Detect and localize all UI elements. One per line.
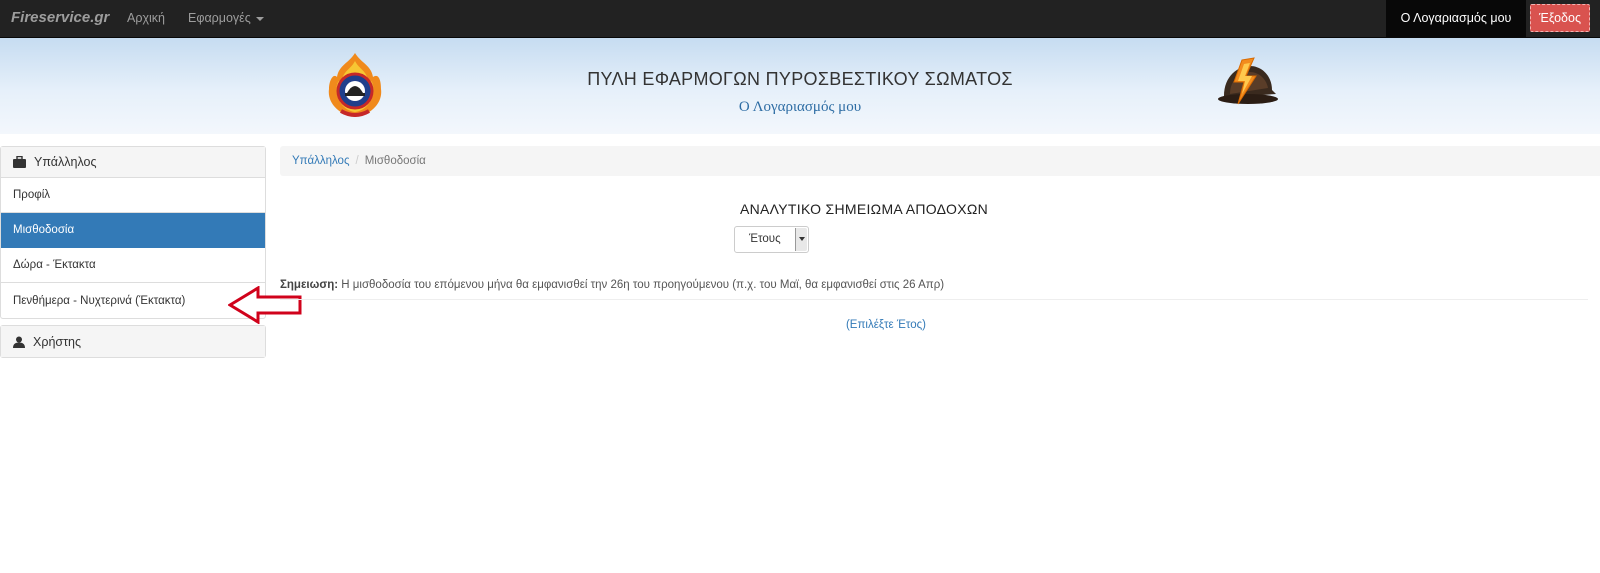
logout-button[interactable]: Έξοδος bbox=[1530, 4, 1590, 32]
brand-link[interactable]: Fireservice.gr bbox=[11, 9, 109, 26]
choose-year-link[interactable]: (Επιλέξτε Έτος) bbox=[0, 319, 1600, 331]
year-select[interactable]: Έτους bbox=[734, 226, 809, 253]
note-text: Η μισθοδοσία του επόμενου μήνα θα εμφανι… bbox=[338, 279, 945, 291]
sidebar-item-label: Πενθήμερα - Νυχτερινά (Έκτακτα) bbox=[13, 294, 186, 307]
portal-title: ΠΥΛΗ ΕΦΑΡΜΟΓΩΝ ΠΥΡΟΣΒΕΣΤΙΚΟΥ ΣΩΜΑΤΟΣ bbox=[587, 69, 1013, 89]
divider bbox=[280, 299, 1588, 300]
user-icon bbox=[13, 336, 25, 348]
top-navbar: Fireservice.gr Αρχική Εφαρμογές Ο Λογαρι… bbox=[0, 0, 1600, 38]
year-select-value: Έτους bbox=[749, 233, 781, 245]
nav-home-link[interactable]: Αρχική bbox=[127, 11, 165, 25]
sidebar-item-label: Προφίλ bbox=[13, 189, 51, 201]
nav-apps-label: Εφαρμογές bbox=[188, 11, 251, 25]
breadcrumb-current: Μισθοδοσία bbox=[364, 155, 426, 167]
breadcrumb-employee-link[interactable]: Υπάλληλος bbox=[292, 155, 350, 167]
breadcrumb: Υπάλληλος / Μισθοδοσία bbox=[280, 146, 1600, 176]
sidebar-item-label: Δώρα - Έκτακτα bbox=[13, 259, 96, 271]
page-title: ΑΝΑΛΥΤΙΚΟ ΣΗΜΕΙΩΜΑ ΑΠΟΔΟΧΩΝ bbox=[739, 201, 989, 217]
sidebar-item-label: Μισθοδοσία bbox=[13, 224, 75, 236]
note-label: Σημειωση: bbox=[280, 279, 339, 291]
breadcrumb-separator: / bbox=[355, 155, 359, 167]
chevron-down-icon bbox=[255, 16, 264, 21]
sidebar-item-bonuses[interactable]: Δώρα - Έκτακτα bbox=[1, 248, 265, 283]
sidebar-item-payroll[interactable]: Μισθοδοσία bbox=[1, 213, 265, 248]
briefcase-icon bbox=[13, 156, 26, 168]
dropdown-arrow-icon[interactable] bbox=[795, 228, 807, 251]
employee-heading-label: Υπάλληλος bbox=[34, 155, 97, 169]
employee-panel-heading[interactable]: Υπάλληλος bbox=[1, 147, 265, 178]
sidebar-item-night-shifts[interactable]: Πενθήμερα - Νυχτερινά (Έκτακτα) bbox=[1, 283, 265, 318]
payroll-note: Σημειωση: Η μισθοδοσία του επόμενου μήνα… bbox=[280, 279, 944, 291]
employee-panel: Υπάλληλος Προφίλ Μισθοδοσία Δώρα - Έκτακ… bbox=[0, 146, 266, 319]
nav-apps-dropdown[interactable]: Εφαρμογές bbox=[188, 11, 264, 25]
firefighter-helmet-icon bbox=[1218, 57, 1278, 105]
header-banner: ΠΥΛΗ ΕΦΑΡΜΟΓΩΝ ΠΥΡΟΣΒΕΣΤΙΚΟΥ ΣΩΜΑΤΟΣ Ο Λ… bbox=[0, 38, 1600, 134]
account-link[interactable]: Ο Λογαριασμός μου bbox=[1386, 0, 1526, 38]
user-heading-label: Χρήστης bbox=[33, 334, 82, 349]
page-subtitle: Ο Λογαριασμός μου bbox=[738, 99, 862, 115]
